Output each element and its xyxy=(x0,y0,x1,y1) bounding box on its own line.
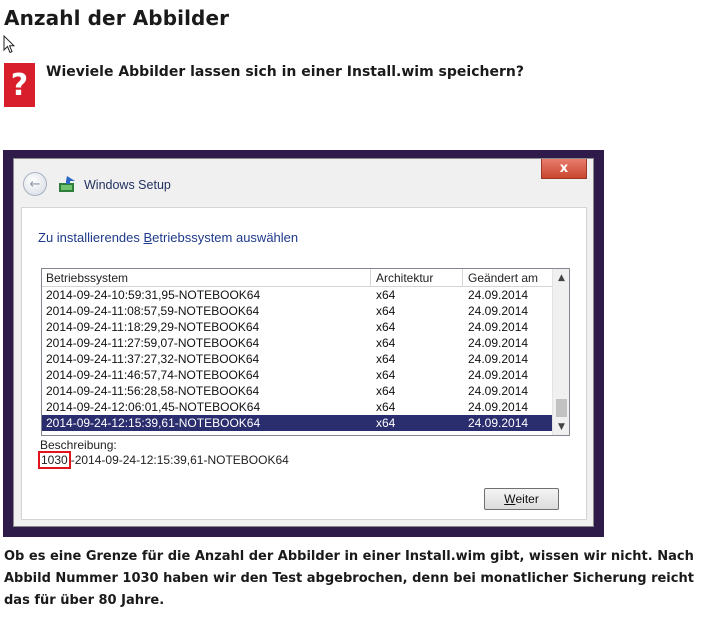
back-arrow-icon[interactable]: ← xyxy=(23,172,47,196)
list-header: Betriebssystem Architektur Geändert am xyxy=(42,269,553,287)
table-row[interactable]: 2014-09-24-11:37:27,32-NOTEBOOK64 x64 24.0… xyxy=(42,351,553,367)
article-title: Anzahl der Abbilder xyxy=(4,6,230,30)
scroll-up-icon[interactable]: ▲ xyxy=(553,269,569,286)
question-mark-icon: ? xyxy=(4,63,35,107)
os-list[interactable]: Betriebssystem Architektur Geändert am 2… xyxy=(41,268,570,436)
select-os-heading: Zu installierendes Betriebssystem auswäh… xyxy=(38,230,299,245)
table-row[interactable]: 2014-09-24-12:06:01,45-NOTEBOOK64 x64 24.0… xyxy=(42,399,553,415)
table-row[interactable]: 2014-09-24-11:08:57,59-NOTEBOOK64 x64 24.0… xyxy=(42,303,553,319)
table-row[interactable]: 2014-09-24-11:18:29,29-NOTEBOOK64 x64 24.0… xyxy=(42,319,553,335)
question-text: Wieviele Abbilder lassen sich in einer I… xyxy=(46,64,524,80)
image-number-highlight: 1030 xyxy=(38,451,71,469)
table-row[interactable]: 2014-09-24-11:27:59,07-NOTEBOOK64 x64 24.0… xyxy=(42,335,553,351)
table-row[interactable]: 2014-09-24-10:59:31,95-NOTEBOOK64 x64 24.0… xyxy=(42,287,553,303)
setup-content-panel: Zu installierendes Betriebssystem auswäh… xyxy=(21,207,587,520)
scroll-thumb[interactable] xyxy=(556,399,567,417)
setup-screenshot: x ← Windows Setup Zu installierendes Bet… xyxy=(3,150,604,537)
scroll-down-icon[interactable]: ▼ xyxy=(553,418,569,435)
column-header-os[interactable]: Betriebssystem xyxy=(46,271,128,285)
answer-paragraph: Ob es eine Grenze für die Anzahl der Abb… xyxy=(4,549,694,608)
next-button[interactable]: Weiter xyxy=(484,488,559,510)
table-row[interactable]: 2014-09-24-11:46:57,74-NOTEBOOK64 x64 24.0… xyxy=(42,367,553,383)
windows-setup-icon xyxy=(59,176,75,192)
table-row-selected[interactable]: 2014-09-24-12:15:39,61-NOTEBOOK64 x64 24.0… xyxy=(42,415,553,431)
description-label: Beschreibung: xyxy=(40,438,117,452)
table-row[interactable]: 2014-09-24-11:56:28,58-NOTEBOOK64 x64 24.0… xyxy=(42,383,553,399)
description-value: 1030 -2014-09-24-12:15:39,61-NOTEBOOK64 xyxy=(38,451,289,469)
list-scrollbar[interactable]: ▲ ▼ xyxy=(552,269,569,435)
window-title: Windows Setup xyxy=(84,178,171,192)
close-icon[interactable]: x xyxy=(541,159,587,179)
mouse-pointer-icon xyxy=(3,35,15,54)
setup-window: x ← Windows Setup Zu installierendes Bet… xyxy=(13,158,594,527)
column-header-date[interactable]: Geändert am xyxy=(468,271,538,285)
column-header-arch[interactable]: Architektur xyxy=(376,271,433,285)
list-rows: 2014-09-24-10:59:31,95-NOTEBOOK64 x64 24.0… xyxy=(42,287,553,431)
